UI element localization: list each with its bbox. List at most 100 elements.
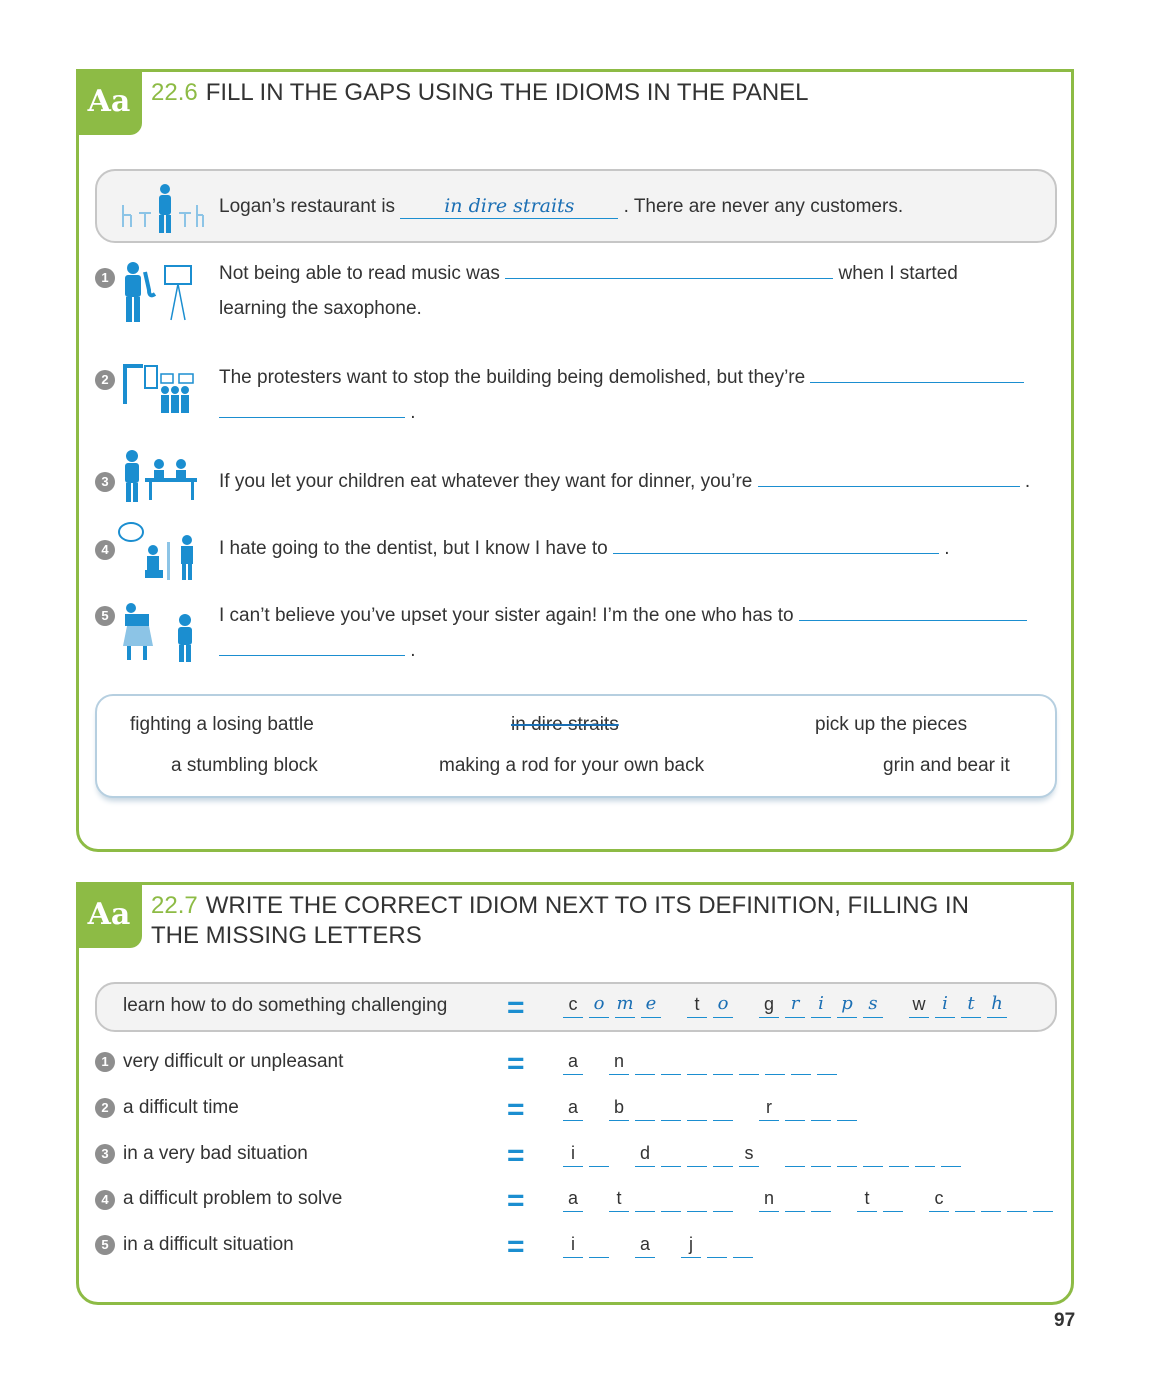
letter-slot: a — [563, 1187, 583, 1212]
equals-sign: = — [507, 1093, 525, 1126]
letter-slot-empty[interactable] — [811, 1142, 831, 1167]
letter-slot-empty[interactable] — [713, 1142, 733, 1167]
letter-slot-empty[interactable] — [713, 1050, 733, 1075]
siblings-arguing-icon — [123, 603, 192, 662]
item-sentence-5: I can’t believe you’ve upset your sister… — [219, 598, 1064, 668]
letter-slot: m — [615, 993, 635, 1018]
letter-slot: r — [759, 1096, 779, 1121]
idiom-option-used[interactable]: in dire straits — [511, 714, 619, 736]
example-before: Logan’s restaurant is — [219, 196, 396, 217]
letter-slot: t — [857, 1187, 877, 1212]
letter-slot: o — [713, 993, 733, 1018]
exercise-instruction-line1: WRITE THE CORRECT IDIOM NEXT TO ITS DEFI… — [205, 892, 969, 919]
definition-2: a difficult time — [123, 1097, 239, 1118]
answer-blank-2b[interactable] — [219, 395, 405, 418]
exercise-title: 22.7 WRITE THE CORRECT IDIOM NEXT TO ITS … — [151, 891, 1011, 951]
letter-slot-empty[interactable] — [661, 1142, 681, 1167]
letter-slot-empty[interactable] — [883, 1187, 903, 1212]
item-3-before: If you let your children eat whatever th… — [219, 471, 753, 492]
letter-slot-empty[interactable] — [1007, 1187, 1027, 1212]
letter-slot-empty[interactable] — [889, 1142, 909, 1167]
example-sentence: Logan’s restaurant is in dire straits . … — [219, 189, 1064, 224]
letter-slot-empty[interactable] — [811, 1096, 831, 1121]
item-sentence-3: If you let your children eat whatever th… — [219, 464, 1064, 499]
letter-slot-empty[interactable] — [785, 1142, 805, 1167]
letter-slot: i — [563, 1142, 583, 1167]
idiom-option[interactable]: grin and bear it — [883, 755, 1010, 777]
item-number-1: 1 — [95, 268, 115, 288]
item-number-4: 4 — [95, 540, 115, 560]
example-answer: in dire straits — [400, 194, 619, 219]
letter-slot-empty[interactable] — [635, 1187, 655, 1212]
exercise-22-7: Aa 22.7 WRITE THE CORRECT IDIOM NEXT TO I… — [76, 882, 1074, 1305]
letter-slot: w — [909, 993, 929, 1018]
item-1-before: Not being able to read music was — [219, 263, 500, 284]
exercise-instruction: FILL IN THE GAPS USING THE IDIOMS IN THE… — [205, 79, 809, 106]
letter-slot-empty[interactable] — [687, 1050, 707, 1075]
item-1-after: when I started — [838, 263, 958, 284]
idiom-option[interactable]: a stumbling block — [171, 755, 318, 777]
family-dinner-icon — [125, 450, 197, 502]
answer-blank-2a[interactable] — [810, 360, 1025, 383]
exercise-instruction-line2: THE MISSING LETTERS — [151, 922, 422, 949]
letter-slot: i — [935, 993, 955, 1018]
letter-slot: o — [589, 993, 609, 1018]
exercise-number: 22.7 — [151, 892, 198, 919]
item-number-5: 5 — [95, 606, 115, 626]
letter-slot-empty[interactable] — [837, 1096, 857, 1121]
letter-slot-empty[interactable] — [635, 1096, 655, 1121]
answer-blank-5a[interactable] — [798, 598, 1027, 621]
letter-slot-empty[interactable] — [589, 1233, 609, 1258]
letter-slot-empty[interactable] — [733, 1233, 753, 1258]
letter-slot-empty[interactable] — [661, 1096, 681, 1121]
idiom-option[interactable]: pick up the pieces — [815, 714, 967, 736]
exercise-title: 22.6 FILL IN THE GAPS USING THE IDIOMS IN… — [151, 78, 1011, 108]
example-definition: learn how to do something challenging — [123, 995, 448, 1016]
letter-slot-empty[interactable] — [661, 1187, 681, 1212]
letter-slot: p — [837, 993, 857, 1018]
letter-slot-empty[interactable] — [589, 1142, 609, 1167]
letter-slot-empty[interactable] — [713, 1096, 733, 1121]
idiom-option[interactable]: fighting a losing battle — [130, 714, 314, 736]
letter-slot-empty[interactable] — [635, 1050, 655, 1075]
letter-slot: c — [563, 993, 583, 1018]
equals-sign: = — [507, 991, 525, 1024]
idiom-option[interactable]: making a rod for your own back — [439, 755, 704, 777]
letter-slot-empty[interactable] — [687, 1142, 707, 1167]
page-number: 97 — [1054, 1310, 1076, 1331]
letter-slot-empty[interactable] — [863, 1142, 883, 1167]
item-number-5: 5 — [95, 1235, 115, 1255]
letter-slot-empty[interactable] — [915, 1142, 935, 1167]
item-5-before: I can’t believe you’ve upset your sister… — [219, 605, 794, 626]
letter-slot-empty[interactable] — [661, 1050, 681, 1075]
letter-slot-empty[interactable] — [837, 1142, 857, 1167]
item-number-3: 3 — [95, 1144, 115, 1164]
letter-slot-empty[interactable] — [955, 1187, 975, 1212]
protesters-illustration-icon — [123, 364, 194, 413]
letter-slot-empty[interactable] — [785, 1187, 805, 1212]
letter-slot-empty[interactable] — [811, 1187, 831, 1212]
letter-slot-empty[interactable] — [1033, 1187, 1053, 1212]
definition-4: a difficult problem to solve — [123, 1188, 343, 1209]
letter-slot-empty[interactable] — [817, 1050, 837, 1075]
letter-slot-empty[interactable] — [981, 1187, 1001, 1212]
letter-slot-empty[interactable] — [941, 1142, 961, 1167]
answer-blank-4[interactable] — [612, 531, 939, 554]
letter-slot-empty[interactable] — [713, 1187, 733, 1212]
letter-slot-empty[interactable] — [791, 1050, 811, 1075]
item-number-1: 1 — [95, 1052, 115, 1072]
restaurant-illustration-icon — [122, 184, 204, 233]
letter-slot-empty[interactable] — [687, 1096, 707, 1121]
letter-slot-empty[interactable] — [739, 1050, 759, 1075]
answer-blank-5b[interactable] — [219, 633, 405, 656]
letter-slot-empty[interactable] — [687, 1187, 707, 1212]
answer-blank-3[interactable] — [757, 464, 1020, 487]
answer-blank-1[interactable] — [505, 256, 834, 279]
letter-slot: t — [609, 1187, 629, 1212]
letter-slot-empty[interactable] — [707, 1233, 727, 1258]
letter-slot-empty[interactable] — [785, 1096, 805, 1121]
letter-slot: d — [635, 1142, 655, 1167]
letter-slot: r — [785, 993, 805, 1018]
letter-slot-empty[interactable] — [765, 1050, 785, 1075]
equals-sign: = — [507, 1184, 525, 1217]
